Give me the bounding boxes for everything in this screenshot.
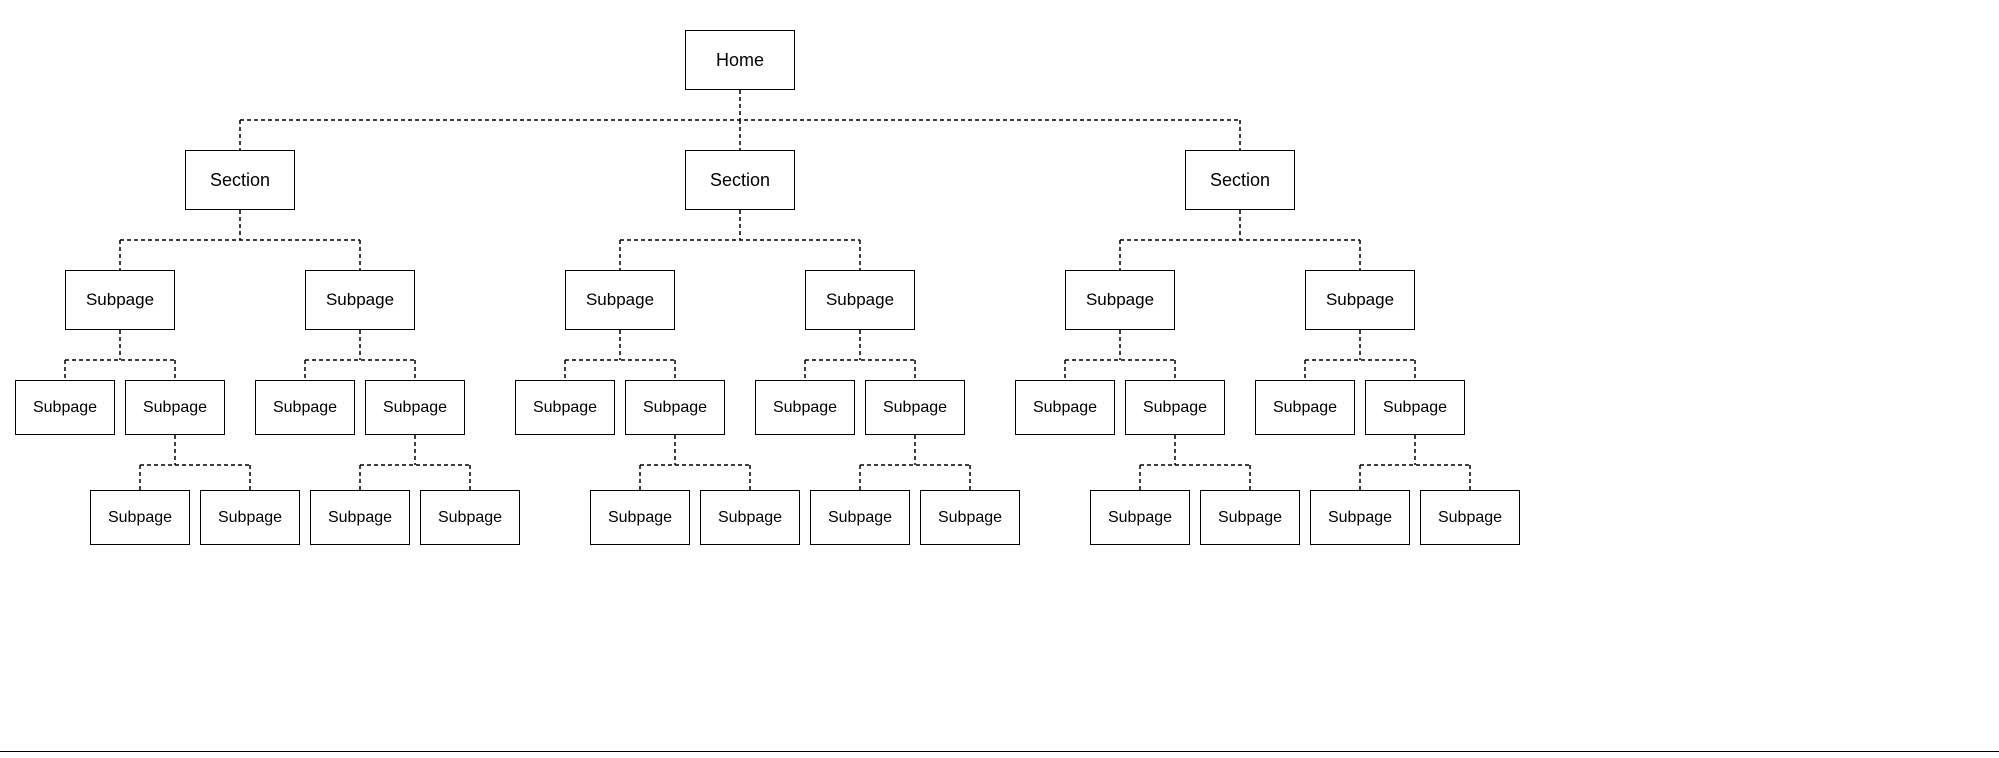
node-label: Subpage: [1218, 509, 1282, 527]
node-subpage: Subpage: [1310, 490, 1410, 545]
node-label: Subpage: [1326, 290, 1394, 310]
node-subpage: Subpage: [305, 270, 415, 330]
node-label: Subpage: [1143, 399, 1207, 417]
node-label: Subpage: [938, 509, 1002, 527]
node-subpage: Subpage: [1200, 490, 1300, 545]
node-section: Section: [685, 150, 795, 210]
node-label: Subpage: [533, 399, 597, 417]
node-label: Subpage: [1328, 509, 1392, 527]
node-subpage: Subpage: [565, 270, 675, 330]
node-label: Subpage: [883, 399, 947, 417]
node-label: Subpage: [33, 399, 97, 417]
connector-lines: [0, 0, 1999, 758]
node-subpage: Subpage: [590, 490, 690, 545]
node-subpage: Subpage: [1015, 380, 1115, 435]
node-subpage: Subpage: [810, 490, 910, 545]
node-subpage: Subpage: [700, 490, 800, 545]
node-label: Subpage: [143, 399, 207, 417]
node-section: Section: [185, 150, 295, 210]
node-subpage: Subpage: [1125, 380, 1225, 435]
node-subpage: Subpage: [920, 490, 1020, 545]
node-subpage: Subpage: [65, 270, 175, 330]
node-label: Section: [1210, 170, 1270, 191]
node-subpage: Subpage: [1065, 270, 1175, 330]
node-label: Subpage: [218, 509, 282, 527]
node-subpage: Subpage: [515, 380, 615, 435]
node-label: Subpage: [438, 509, 502, 527]
node-section: Section: [1185, 150, 1295, 210]
node-label: Subpage: [273, 399, 337, 417]
node-label: Subpage: [586, 290, 654, 310]
node-subpage: Subpage: [1420, 490, 1520, 545]
node-label: Subpage: [828, 509, 892, 527]
node-subpage: Subpage: [865, 380, 965, 435]
node-label: Section: [710, 170, 770, 191]
node-subpage: Subpage: [310, 490, 410, 545]
node-subpage: Subpage: [1305, 270, 1415, 330]
node-label: Subpage: [328, 509, 392, 527]
node-subpage: Subpage: [15, 380, 115, 435]
node-label: Subpage: [1383, 399, 1447, 417]
node-subpage: Subpage: [1090, 490, 1190, 545]
node-subpage: Subpage: [125, 380, 225, 435]
node-label: Subpage: [108, 509, 172, 527]
node-label: Subpage: [1438, 509, 1502, 527]
node-label: Subpage: [773, 399, 837, 417]
node-subpage: Subpage: [200, 490, 300, 545]
node-label: Subpage: [1086, 290, 1154, 310]
node-subpage: Subpage: [365, 380, 465, 435]
node-label: Subpage: [1108, 509, 1172, 527]
node-subpage: Subpage: [255, 380, 355, 435]
node-subpage: Subpage: [1255, 380, 1355, 435]
node-label: Subpage: [826, 290, 894, 310]
node-label: Subpage: [1273, 399, 1337, 417]
node-label: Subpage: [608, 509, 672, 527]
node-label: Home: [716, 50, 764, 71]
node-home: Home: [685, 30, 795, 90]
node-subpage: Subpage: [805, 270, 915, 330]
node-subpage: Subpage: [420, 490, 520, 545]
node-subpage: Subpage: [90, 490, 190, 545]
node-label: Subpage: [86, 290, 154, 310]
node-label: Subpage: [718, 509, 782, 527]
node-label: Subpage: [643, 399, 707, 417]
node-label: Subpage: [326, 290, 394, 310]
node-subpage: Subpage: [1365, 380, 1465, 435]
node-subpage: Subpage: [625, 380, 725, 435]
node-label: Subpage: [383, 399, 447, 417]
node-subpage: Subpage: [755, 380, 855, 435]
node-label: Subpage: [1033, 399, 1097, 417]
node-label: Section: [210, 170, 270, 191]
page-bottom-rule: [0, 751, 1999, 752]
sitemap-diagram: Home Section Section Section Subpage Sub…: [0, 0, 1999, 758]
